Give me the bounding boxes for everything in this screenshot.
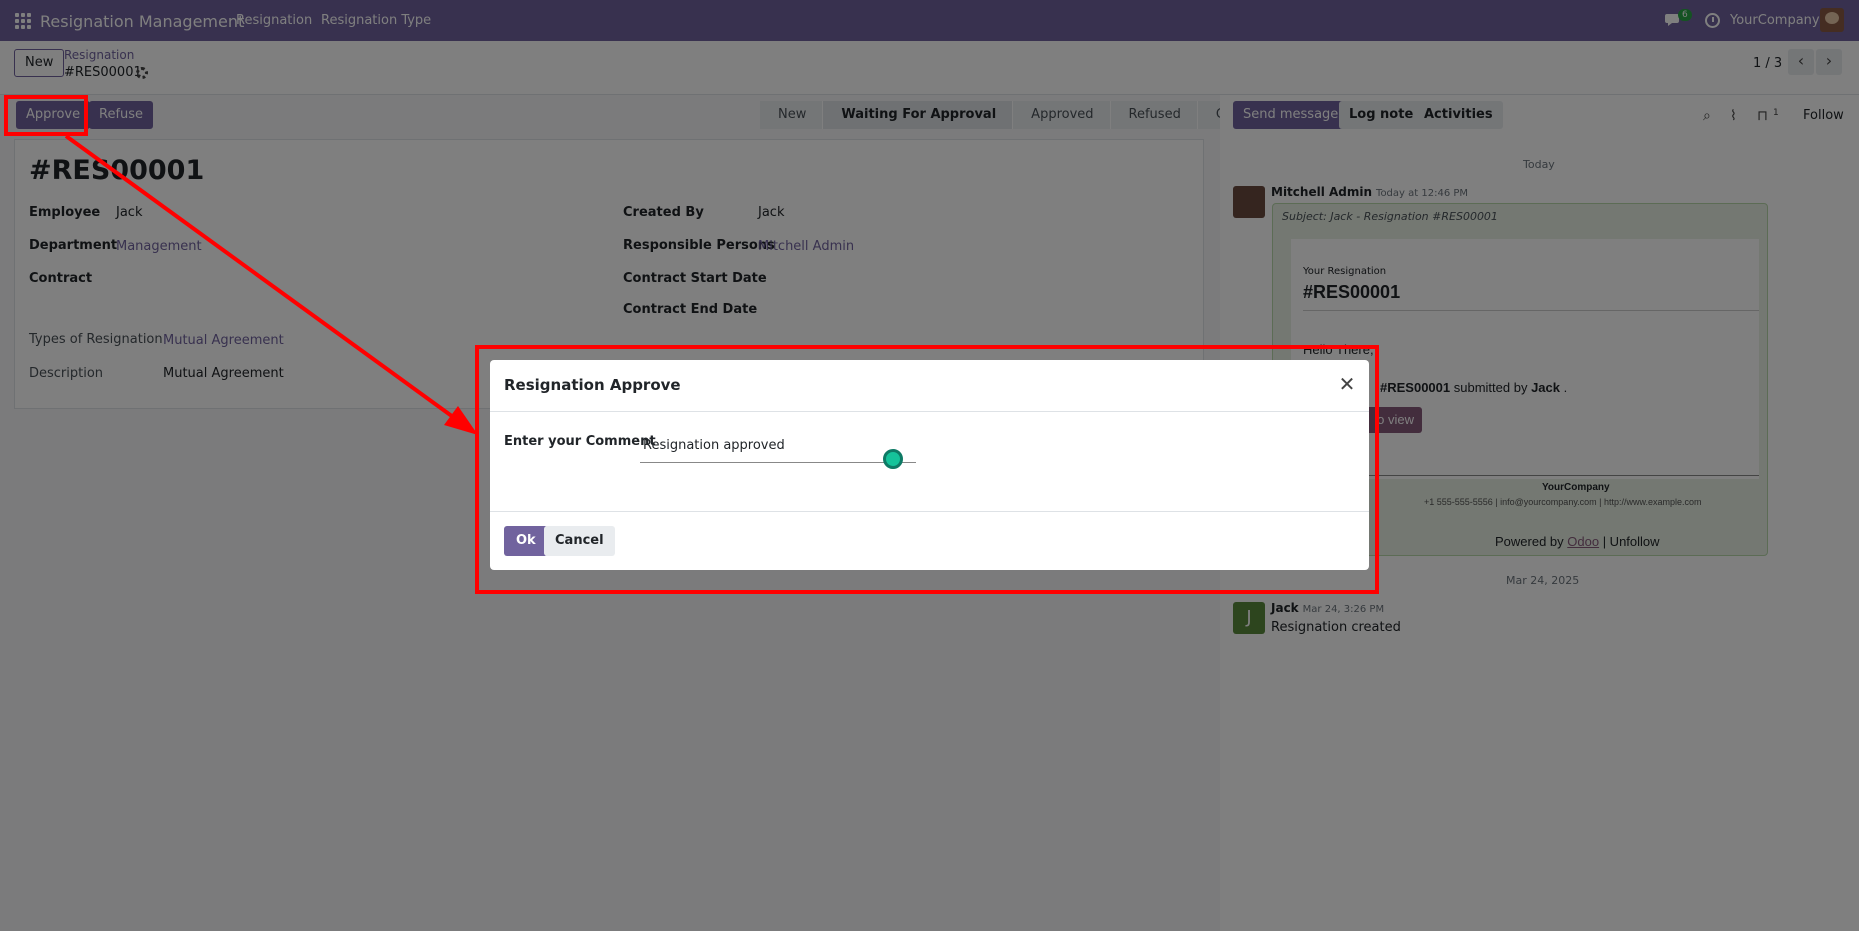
approve-highlight-box [4, 95, 88, 136]
dialog-highlight-box [475, 345, 1379, 594]
